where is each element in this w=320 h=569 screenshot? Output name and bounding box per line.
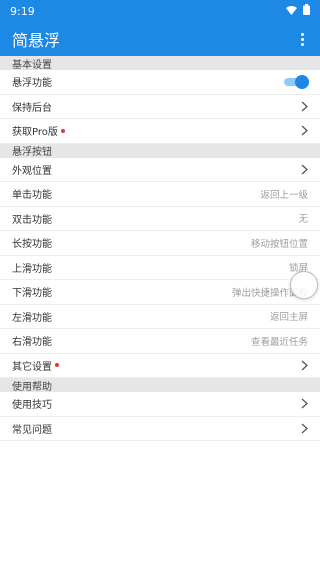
chevron-right-icon — [301, 398, 308, 409]
faq-row[interactable]: 常见问题 — [0, 417, 320, 441]
single-tap-label: 单击功能 — [12, 190, 52, 202]
section-header-button: 悬浮按钮 — [0, 143, 320, 158]
other-settings-label: 其它设置 — [12, 361, 52, 373]
get-pro-row[interactable]: 获取Pro版 — [0, 119, 320, 144]
swipe-down-row[interactable]: 下滑功能 弹出快捷操作面板 — [0, 280, 320, 305]
appearance-position-label: 外观位置 — [12, 165, 52, 177]
keep-background-label: 保持后台 — [12, 102, 52, 114]
swipe-right-label: 右滑功能 — [12, 337, 52, 349]
double-tap-label: 双击功能 — [12, 214, 52, 226]
swipe-left-label: 左滑功能 — [12, 312, 52, 324]
status-time: 9:19 — [10, 4, 35, 18]
usage-tips-row[interactable]: 使用技巧 — [0, 392, 320, 417]
float-function-row[interactable]: 悬浮功能 — [0, 70, 320, 95]
swipe-right-row[interactable]: 右滑功能 查看最近任务 — [0, 329, 320, 354]
new-badge-dot — [60, 128, 65, 133]
section-header-help: 使用帮助 — [0, 378, 320, 393]
single-tap-value: 返回上一级 — [260, 189, 308, 201]
chevron-right-icon — [301, 125, 308, 136]
battery-icon — [303, 4, 310, 18]
double-tap-value: 无 — [298, 214, 308, 226]
chevron-right-icon — [301, 423, 308, 434]
float-function-label: 悬浮功能 — [12, 78, 52, 90]
float-function-toggle[interactable] — [284, 74, 309, 89]
chevron-right-icon — [301, 360, 308, 371]
long-press-row[interactable]: 长按功能 移动按钮位置 — [0, 231, 320, 256]
swipe-up-row[interactable]: 上滑功能 锁屏 — [0, 256, 320, 280]
floating-ball[interactable] — [290, 271, 318, 299]
long-press-label: 长按功能 — [12, 239, 52, 251]
other-settings-row[interactable]: 其它设置 — [0, 354, 320, 378]
long-press-value: 移动按钮位置 — [250, 238, 308, 250]
keep-background-row[interactable]: 保持后台 — [0, 95, 320, 119]
swipe-left-row[interactable]: 左滑功能 返回主屏 — [0, 305, 320, 329]
swipe-down-label: 下滑功能 — [12, 288, 52, 300]
swipe-up-label: 上滑功能 — [12, 263, 52, 275]
section-header-basic: 基本设置 — [0, 56, 320, 71]
wifi-icon — [286, 5, 297, 18]
appearance-position-row[interactable]: 外观位置 — [0, 158, 320, 182]
app-bar: 简悬浮 — [0, 22, 320, 56]
more-vert-icon[interactable] — [297, 29, 308, 50]
double-tap-row[interactable]: 双击功能 无 — [0, 207, 320, 231]
chevron-right-icon — [301, 101, 308, 112]
status-bar: 9:19 — [0, 0, 320, 22]
new-badge-dot — [55, 363, 59, 368]
get-pro-label: 获取Pro版 — [12, 127, 58, 139]
chevron-right-icon — [301, 164, 308, 175]
swipe-left-value: 返回主屏 — [269, 312, 308, 324]
status-icons — [286, 4, 310, 18]
swipe-right-value: 查看最近任务 — [250, 336, 308, 348]
app-title: 简悬浮 — [12, 31, 61, 50]
single-tap-row[interactable]: 单击功能 返回上一级 — [0, 182, 320, 207]
faq-label: 常见问题 — [12, 424, 52, 436]
usage-tips-label: 使用技巧 — [12, 400, 52, 412]
